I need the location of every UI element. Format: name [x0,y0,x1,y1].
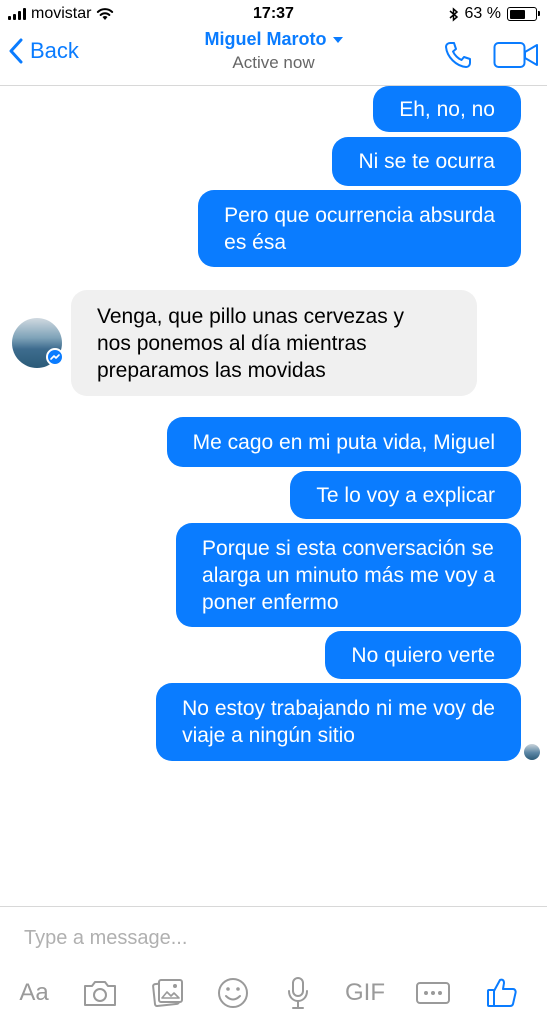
more-options-icon [416,982,450,1004]
call-actions [443,40,539,70]
text-format-label: Aa [19,979,49,1006]
caret-down-icon [332,36,343,43]
contact-name-button[interactable]: Miguel Maroto [205,29,343,50]
phone-call-icon[interactable] [443,40,473,70]
video-call-icon[interactable] [493,41,539,69]
contact-name: Miguel Maroto [204,29,327,49]
messenger-badge-icon [46,348,64,366]
camera-icon [84,981,116,1006]
status-right: 63 % [449,5,540,23]
message-bubble-outgoing[interactable]: Pero que ocurrencia absurda es ésa [198,190,521,267]
read-receipt-avatar [524,744,540,760]
message-input[interactable] [24,927,504,950]
avatar[interactable] [12,318,64,368]
message-bubble-outgoing[interactable]: Eh, no, no [373,86,521,132]
thumbs-up-icon [487,978,517,1007]
message-text: Porque si esta conversación se alarga un… [202,536,495,614]
message-text: Te lo voy a explicar [316,483,495,507]
battery-icon [507,7,540,21]
message-text: Ni se te ocurra [358,150,495,173]
text-format-button[interactable]: Aa [14,973,54,1013]
message-text: No quiero verte [351,643,495,667]
composer-toolbar: Aa GIF [0,973,547,1013]
like-button[interactable] [482,973,522,1013]
message-bubble-incoming[interactable]: Venga, que pillo unas cervezas y nos pon… [71,290,477,396]
battery-percent: 63 % [464,5,501,22]
message-composer: Aa [0,906,547,1024]
photo-gallery-icon [152,979,183,1007]
photo-gallery-button[interactable] [148,973,188,1013]
voice-message-button[interactable] [278,973,318,1013]
message-bubble-outgoing[interactable]: Me cago en mi puta vida, Miguel [166,417,521,467]
microphone-icon [288,977,308,1009]
message-bubble-outgoing[interactable]: No estoy trabajando ni me voy de viaje a… [156,683,521,761]
message-bubble-outgoing[interactable]: Ni se te ocurra [332,137,521,186]
message-text: No estoy trabajando ni me voy de viaje a… [182,697,495,747]
more-options-button[interactable] [413,973,453,1013]
gif-label: GIF [345,979,385,1006]
message-text: Venga, que pillo unas cervezas y nos pon… [97,304,405,382]
bluetooth-icon [449,6,458,22]
message-text: Me cago en mi puta vida, Miguel [192,430,495,454]
status-bar: movistar 17:37 63 % [0,0,547,28]
conversation-thread: Eh, no, no Ni se te ocurra Pero que ocur… [0,86,547,906]
message-text: Pero que ocurrencia absurda es ésa [224,203,495,254]
emoji-icon [218,978,248,1008]
emoji-button[interactable] [213,973,253,1013]
message-bubble-outgoing[interactable]: Porque si esta conversación se alarga un… [176,523,521,627]
message-bubble-outgoing[interactable]: Te lo voy a explicar [290,471,521,519]
message-bubble-outgoing[interactable]: No quiero verte [325,631,521,679]
camera-button[interactable] [80,973,120,1013]
message-text: Eh, no, no [399,97,495,121]
gif-button[interactable]: GIF [340,973,390,1013]
conversation-header: Back Miguel Maroto Active now [0,28,547,86]
battery-fill [509,9,526,19]
